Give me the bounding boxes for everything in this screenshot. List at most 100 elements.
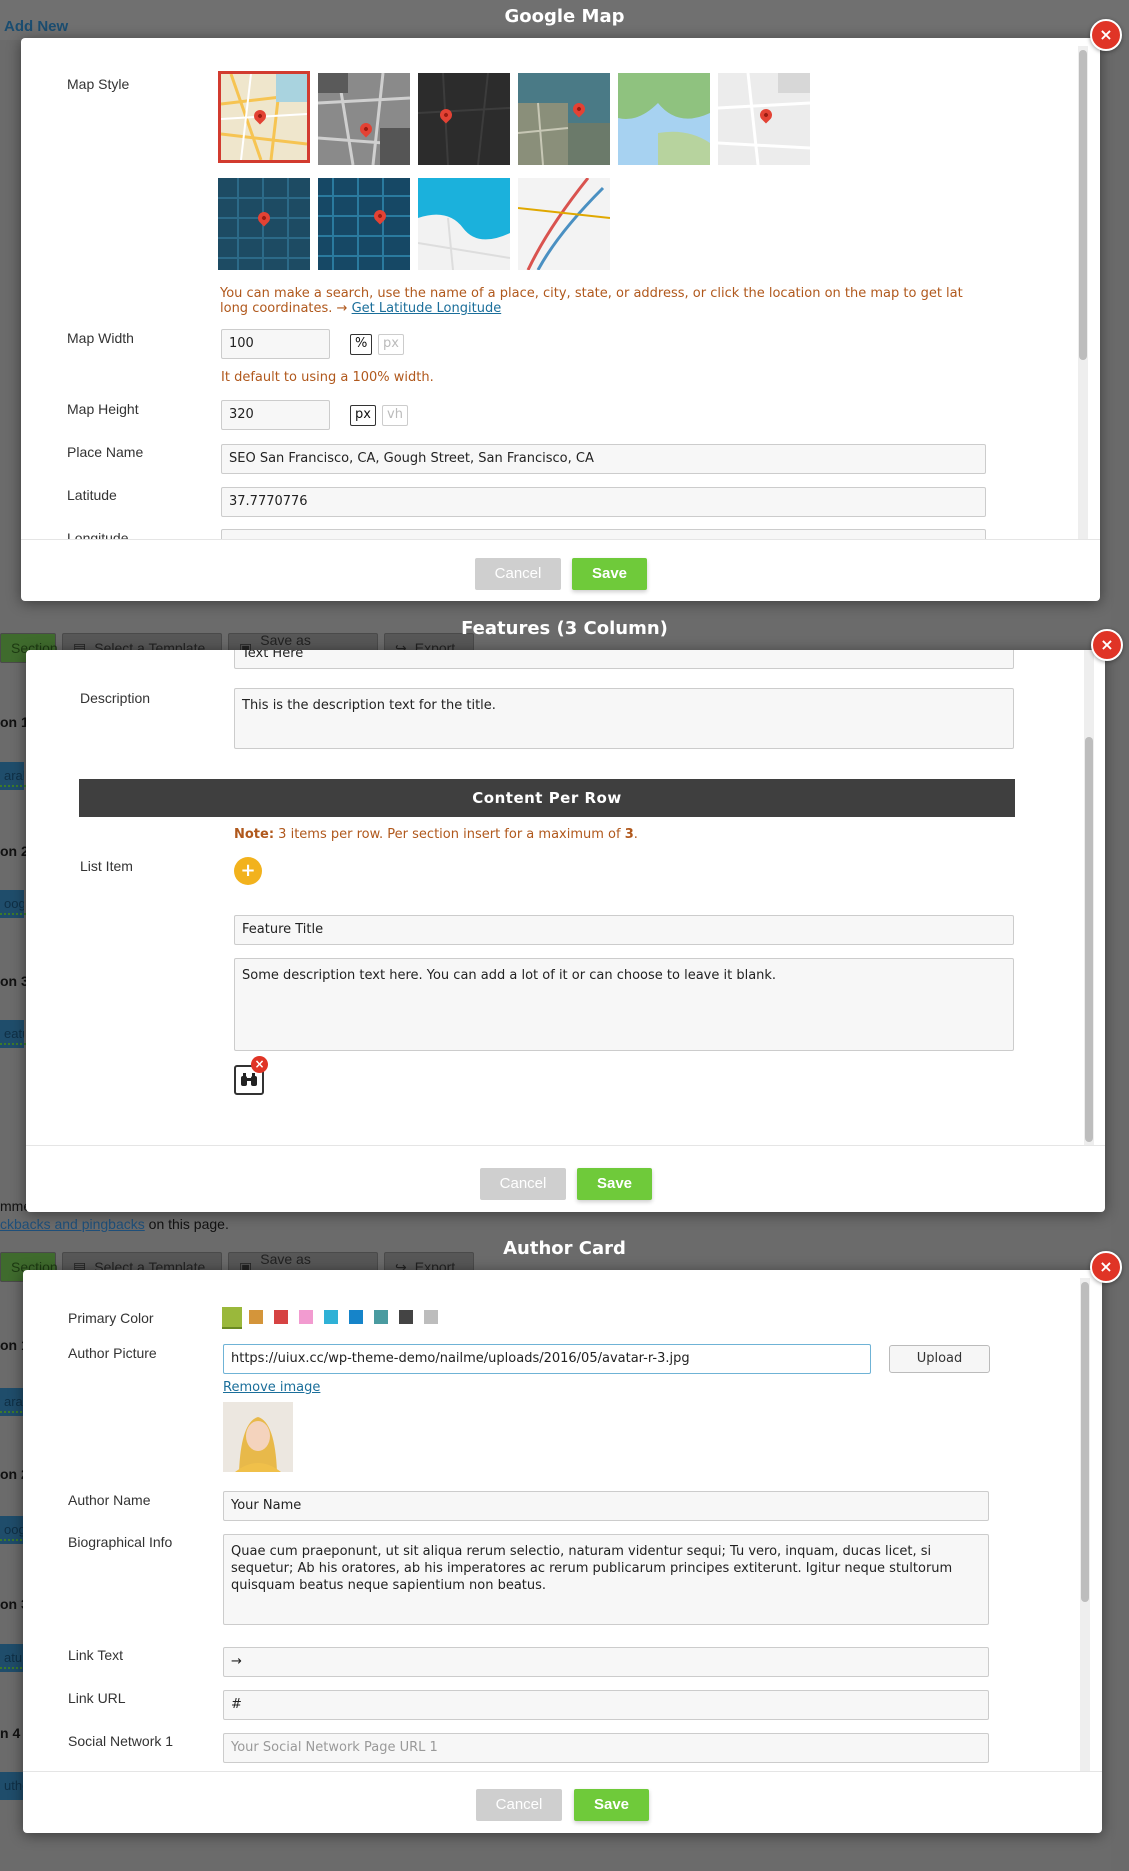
satellite-map-thumbnail — [518, 73, 610, 165]
bg-trackbacks-suffix: on this page. — [144, 1216, 229, 1232]
bg-section-title: on 1 — [0, 714, 29, 730]
map-height-unit-px[interactable]: px — [350, 405, 376, 426]
author-card-modal: Primary Color Author Picture https://uiu… — [23, 1270, 1102, 1833]
map-width-label: Map Width — [67, 330, 134, 346]
map-style-light[interactable] — [718, 73, 810, 165]
scrollbar[interactable] — [1078, 46, 1088, 539]
color-swatch-gray[interactable] — [424, 1310, 438, 1324]
save-button[interactable]: Save — [574, 1789, 649, 1821]
link-url-input[interactable]: # — [223, 1690, 989, 1720]
modal-footer-divider — [21, 539, 1100, 540]
author-avatar — [223, 1402, 293, 1472]
map-style-blueprint-pins[interactable] — [218, 178, 310, 270]
map-style-transit[interactable] — [518, 178, 610, 270]
dark-map-thumbnail — [418, 73, 510, 165]
map-width-unit-px[interactable]: px — [378, 334, 404, 355]
note-label: Note: — [234, 827, 275, 842]
bg-section-title: on 2 — [0, 843, 29, 859]
social-network-input[interactable]: Your Social Network Page URL 1 — [223, 1733, 989, 1763]
remove-image-link[interactable]: Remove image — [223, 1380, 320, 1395]
close-icon[interactable]: × — [1091, 629, 1123, 661]
note-text: 3 items per row. Per section insert for … — [274, 827, 625, 842]
latitude-input[interactable]: 37.7770776 — [221, 487, 986, 517]
link-url-label: Link URL — [68, 1690, 126, 1706]
features-title: Features (3 Column) — [461, 618, 668, 639]
map-style-default[interactable] — [218, 71, 310, 163]
title-input[interactable]: Text Here — [234, 650, 1014, 669]
map-height-label: Map Height — [67, 401, 139, 417]
upload-button[interactable]: Upload — [889, 1345, 990, 1373]
save-button[interactable]: Save — [572, 558, 647, 590]
items-per-row-note: Note: 3 items per row. Per section inser… — [234, 827, 638, 842]
link-text-input[interactable]: → — [223, 1647, 989, 1677]
author-card-title: Author Card — [503, 1238, 626, 1259]
map-height-input[interactable]: 320 — [221, 400, 330, 430]
biographical-info-textarea[interactable]: Quae cum praeponunt, ut sit aliqua rerum… — [223, 1534, 989, 1625]
modal-footer-divider — [26, 1145, 1105, 1146]
feature-description-textarea[interactable]: Some description text here. You can add … — [234, 958, 1014, 1051]
remove-icon[interactable]: × — [251, 1056, 268, 1073]
map-style-terrain[interactable] — [618, 73, 710, 165]
color-swatch-green[interactable] — [222, 1307, 242, 1327]
link-text-label: Link Text — [68, 1647, 123, 1663]
map-width-input[interactable]: 100 — [221, 329, 330, 359]
grayscale-map-thumbnail — [318, 73, 410, 165]
close-icon[interactable]: × — [1090, 1251, 1122, 1283]
bg-chip: uthor — [0, 1772, 24, 1800]
author-picture-url-input[interactable]: https://uiux.cc/wp-theme-demo/nailme/upl… — [223, 1344, 871, 1374]
note-max: 3 — [624, 827, 634, 842]
scrollbar-thumb[interactable] — [1081, 1282, 1089, 1602]
map-height-unit-vh[interactable]: vh — [382, 405, 408, 426]
feature-title-input[interactable]: Feature Title — [234, 915, 1014, 945]
bg-trackbacks-line: ckbacks and pingbacks on this page. — [0, 1216, 229, 1232]
map-style-grayscale[interactable] — [318, 73, 410, 165]
list-item-label: List Item — [80, 858, 133, 874]
scrollbar-thumb[interactable] — [1085, 737, 1093, 1142]
author-name-input[interactable]: Your Name — [223, 1491, 989, 1521]
description-textarea[interactable]: This is the description text for the tit… — [234, 688, 1014, 749]
save-button[interactable]: Save — [577, 1168, 652, 1200]
map-style-dark[interactable] — [418, 73, 510, 165]
cancel-button[interactable]: Cancel — [480, 1168, 566, 1200]
primary-color-label: Primary Color — [68, 1310, 154, 1326]
color-swatch-teal[interactable] — [374, 1310, 388, 1324]
clipped-top-row: Text Here — [26, 650, 1076, 672]
close-icon[interactable]: × — [1090, 19, 1122, 51]
scrollbar-thumb[interactable] — [1079, 50, 1087, 360]
color-swatch-dark[interactable] — [399, 1310, 413, 1324]
description-label: Description — [80, 690, 151, 706]
latitude-label: Latitude — [67, 487, 117, 503]
aqua-map-thumbnail — [418, 178, 510, 270]
scrollbar[interactable] — [1080, 1278, 1090, 1771]
social-network-label: Social Network 1 — [68, 1733, 174, 1749]
color-swatch-blue[interactable] — [349, 1310, 363, 1324]
bg-section-title: on 3 — [0, 973, 29, 989]
google-map-title: Google Map — [504, 6, 625, 27]
author-picture-label: Author Picture — [68, 1345, 157, 1361]
map-search-hint: You can make a search, use the name of a… — [220, 286, 980, 316]
google-map-modal: Map Style You can make a search, use the… — [21, 38, 1100, 601]
map-style-label: Map Style — [67, 76, 130, 92]
map-style-aqua[interactable] — [418, 178, 510, 270]
map-style-satellite[interactable] — [518, 73, 610, 165]
binoculars-glyph — [241, 1073, 257, 1086]
color-swatch-orange[interactable] — [249, 1310, 263, 1324]
color-swatch-red[interactable] — [274, 1310, 288, 1324]
place-name-label: Place Name — [67, 444, 144, 460]
bg-trackbacks-link[interactable]: ckbacks and pingbacks — [0, 1216, 145, 1232]
map-width-unit-percent[interactable]: % — [350, 334, 373, 355]
map-search-hint-text: You can make a search, use the name of a… — [220, 286, 963, 316]
note-end: . — [633, 827, 638, 842]
map-style-blueprint-grid[interactable] — [318, 178, 410, 270]
modal-footer-divider — [23, 1771, 1102, 1772]
add-item-button[interactable]: + — [234, 857, 262, 885]
color-swatch-cyan[interactable] — [324, 1310, 338, 1324]
place-name-input[interactable]: SEO San Francisco, CA, Gough Street, San… — [221, 444, 986, 474]
content-per-row-header: Content Per Row — [79, 779, 1015, 817]
cancel-button[interactable]: Cancel — [476, 1789, 562, 1821]
scrollbar[interactable] — [1084, 650, 1094, 1145]
transit-map-thumbnail — [518, 178, 610, 270]
get-lat-long-link[interactable]: Get Latitude Longitude — [352, 301, 502, 316]
color-swatch-pink[interactable] — [299, 1310, 313, 1324]
cancel-button[interactable]: Cancel — [475, 558, 561, 590]
